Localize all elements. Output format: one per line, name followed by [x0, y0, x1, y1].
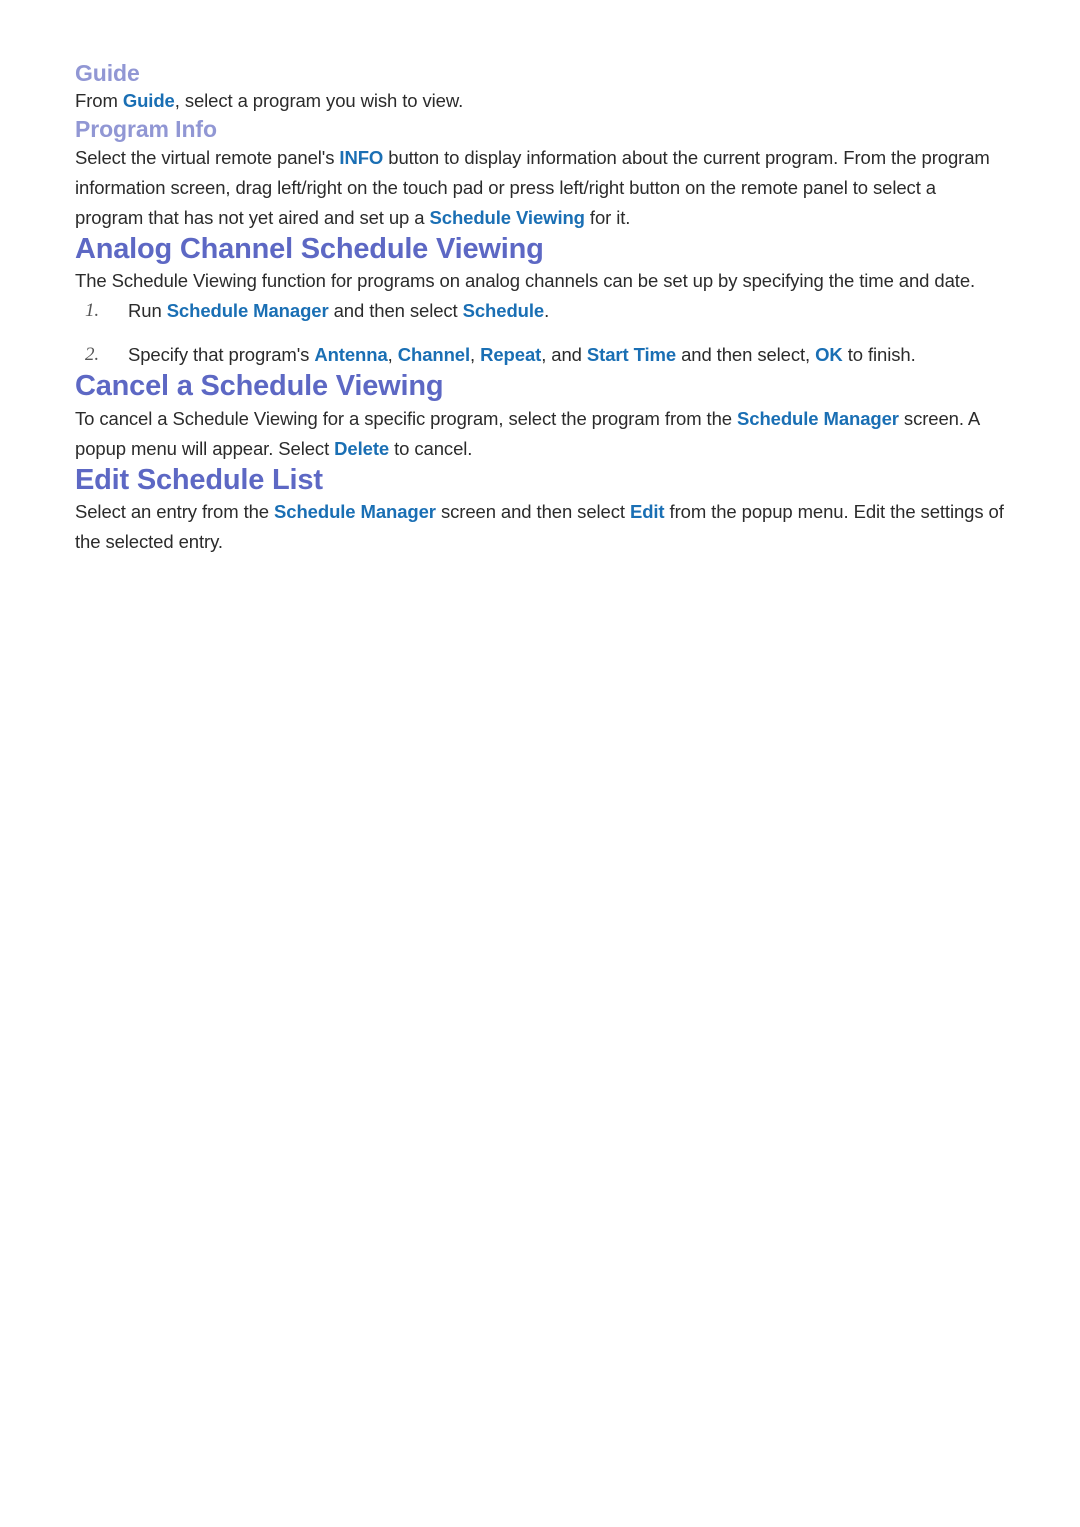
paragraph-program-info-text-3: for it.: [584, 206, 631, 228]
link-ok[interactable]: OK: [815, 344, 843, 365]
document-content: Guide From Guide, select a program you w…: [75, 60, 1005, 557]
link-repeat[interactable]: Repeat: [480, 344, 541, 365]
link-schedule-manager[interactable]: Schedule Manager: [737, 408, 899, 429]
link-schedule-manager[interactable]: Schedule Manager: [274, 501, 436, 522]
link-schedule-manager[interactable]: Schedule Manager: [167, 300, 329, 321]
step-text-4: , and: [541, 344, 587, 366]
subheading-guide: Guide: [75, 60, 140, 86]
list-item: 2. Specify that program's Antenna, Channe…: [75, 340, 1005, 370]
step-text-5: and then select,: [676, 344, 816, 366]
heading-edit-schedule-list: Edit Schedule List: [75, 463, 323, 496]
step-text-3: ,: [470, 344, 481, 366]
step-number: 2.: [85, 344, 100, 366]
paragraph-cancel-text-3: to cancel.: [389, 437, 473, 459]
paragraph-guide: From Guide, select a program you wish to…: [75, 86, 1005, 116]
link-start-time[interactable]: Start Time: [587, 344, 676, 365]
step-text-1: Specify that program's: [128, 344, 315, 366]
paragraph-edit-text-2: screen and then select: [435, 500, 630, 522]
paragraph-cancel-text-1: To cancel a Schedule Viewing for a speci…: [75, 407, 738, 429]
paragraph-guide-text-1: From: [75, 90, 123, 112]
subheading-program-info: Program Info: [75, 116, 217, 143]
paragraph-program-info-text-1: Select the virtual remote panel's: [75, 146, 340, 168]
paragraph-edit-schedule-list: Select an entry from the Schedule Manage…: [75, 497, 1005, 557]
step-number: 1.: [85, 300, 100, 322]
link-channel[interactable]: Channel: [398, 344, 470, 365]
link-guide[interactable]: Guide: [123, 90, 175, 111]
link-info-button[interactable]: INFO: [339, 147, 383, 168]
step-text-3: .: [544, 300, 550, 322]
link-delete[interactable]: Delete: [334, 438, 389, 459]
step-text-2: and then select: [328, 300, 463, 322]
paragraph-cancel-a-schedule-viewing: To cancel a Schedule Viewing for a speci…: [75, 404, 1005, 464]
paragraph-program-info: Select the virtual remote panel's INFO b…: [75, 143, 1005, 233]
step-text-1: Run: [128, 300, 167, 322]
heading-analog-channel-schedule-viewing: Analog Channel Schedule Viewing: [75, 232, 544, 265]
list-item: 1. Run Schedule Manager and then select S…: [75, 296, 1005, 326]
paragraph-edit-text-1: Select an entry from the: [75, 500, 275, 522]
link-schedule[interactable]: Schedule: [463, 300, 545, 321]
document-page: Guide From Guide, select a program you w…: [0, 0, 1080, 1527]
step-text-6: to finish.: [842, 344, 916, 366]
link-schedule-viewing[interactable]: Schedule Viewing: [430, 207, 585, 228]
heading-cancel-a-schedule-viewing: Cancel a Schedule Viewing: [75, 370, 444, 403]
link-antenna[interactable]: Antenna: [314, 344, 387, 365]
analog-schedule-steps-list: 1. Run Schedule Manager and then select S…: [75, 296, 1005, 370]
link-edit[interactable]: Edit: [630, 501, 665, 522]
step-text-2: ,: [387, 344, 398, 366]
paragraph-analog-channel-schedule-viewing: The Schedule Viewing function for progra…: [75, 270, 976, 292]
paragraph-guide-text-2: , select a program you wish to view.: [174, 90, 464, 112]
